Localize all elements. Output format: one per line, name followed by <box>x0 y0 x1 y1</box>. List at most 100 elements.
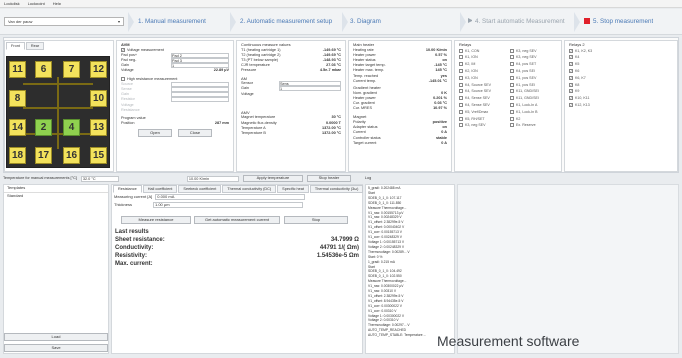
relay-item[interactable]: K1, Lock-In A <box>510 102 557 109</box>
checkbox-unchecked[interactable] <box>510 82 514 87</box>
checkbox-unchecked[interactable] <box>510 96 514 101</box>
pad-13[interactable]: 13 <box>90 119 107 136</box>
pad-15[interactable]: 15 <box>90 147 107 164</box>
current-input[interactable]: 0.000 mA <box>155 194 306 200</box>
checkbox-unchecked[interactable] <box>459 96 463 101</box>
relay-item[interactable]: K5, Vref/Dmax <box>459 109 506 116</box>
checkbox-unchecked[interactable] <box>510 69 514 74</box>
checkbox-unchecked[interactable] <box>459 82 463 87</box>
template-item[interactable]: Standard <box>4 193 108 200</box>
checkbox-unchecked[interactable] <box>121 76 125 81</box>
pad-11[interactable]: 11 <box>9 61 26 78</box>
relay-item[interactable]: K3, ION <box>459 75 506 82</box>
relay2-item[interactable]: ✓ K9 <box>569 88 673 95</box>
relay-item[interactable]: K4, Source SEV <box>459 82 506 89</box>
relay-item[interactable]: K2, IM <box>459 61 506 68</box>
relay2-item[interactable]: ✓ K8 <box>569 82 673 89</box>
am-gain-select[interactable]: 1 <box>279 86 341 92</box>
checkbox-unchecked[interactable] <box>459 116 463 121</box>
checkbox-unchecked[interactable] <box>510 48 514 53</box>
checkbox-unchecked[interactable] <box>459 109 463 114</box>
relay-item[interactable]: K1, ION <box>459 54 506 61</box>
mode-select[interactable]: Van der pauw ▾ <box>4 17 124 26</box>
checkbox-checked[interactable]: ✓ <box>569 75 573 80</box>
checkbox-checked[interactable]: ✓ <box>569 96 573 101</box>
relay2-item[interactable]: ✓ K6 <box>569 68 673 75</box>
pad-2[interactable]: 2 <box>35 119 52 136</box>
checkbox-unchecked[interactable] <box>459 62 463 67</box>
relay-item[interactable]: K1, Lock-In B <box>510 109 557 116</box>
temperature-input[interactable]: 32.0 °C <box>80 175 119 182</box>
checkbox-unchecked[interactable] <box>510 103 514 108</box>
heating-rate-input[interactable]: 10.00 K/min <box>186 175 239 182</box>
checkbox-checked[interactable]: ✓ <box>569 103 573 108</box>
relay-item[interactable]: K5, RH/SET <box>459 116 506 123</box>
relay2-item[interactable]: ✓ K5 <box>569 61 673 68</box>
stop-heater-button[interactable]: Stop heater <box>306 175 351 182</box>
checkbox-unchecked[interactable] <box>510 123 514 128</box>
menu-item[interactable]: Lockdisk <box>4 2 20 5</box>
checkbox-checked[interactable]: ✓ <box>121 47 125 52</box>
relay2-item[interactable]: ✓ K1, K2, K3 <box>569 48 673 55</box>
checkbox-unchecked[interactable] <box>510 109 514 114</box>
relay-item[interactable]: K3, neg SEV <box>459 122 506 129</box>
tab-rear[interactable]: Rear <box>25 42 45 51</box>
relay2-item[interactable]: ✓ K4 <box>569 54 673 61</box>
save-button[interactable]: Save <box>4 344 108 352</box>
step-manual-measurement[interactable]: 1. Manual measurement <box>138 18 206 25</box>
thickness-input[interactable]: 1.00 µm <box>153 202 303 208</box>
checkbox-unchecked[interactable] <box>510 55 514 60</box>
measure-resistance-button[interactable]: Measure resistance <box>121 216 191 224</box>
checkbox-checked[interactable]: ✓ <box>569 89 573 94</box>
checkbox-unchecked[interactable] <box>510 116 514 121</box>
tab-front[interactable]: Front <box>6 42 25 51</box>
pad-4[interactable]: 4 <box>63 119 80 136</box>
relay-item[interactable]: K3, neg SEV <box>510 48 557 55</box>
checkbox-unchecked[interactable] <box>459 123 463 128</box>
checkbox-checked[interactable]: ✓ <box>569 82 573 87</box>
checkbox-unchecked[interactable] <box>459 69 463 74</box>
checkbox-unchecked[interactable] <box>510 89 514 94</box>
apply-temperature-button[interactable]: Apply temperature <box>242 175 303 182</box>
pad-8[interactable]: 8 <box>9 90 26 107</box>
relay-item[interactable]: K1, CON <box>459 48 506 55</box>
relay-item[interactable]: K1, pos SEI <box>510 82 557 89</box>
menu-item[interactable]: Help <box>53 2 61 5</box>
step-diagram[interactable]: 3. Diagram <box>350 18 381 25</box>
pad-14[interactable]: 14 <box>9 119 26 136</box>
step-stop-measurement[interactable]: 5. Stop measurement <box>584 18 653 25</box>
checkbox-unchecked[interactable] <box>459 89 463 94</box>
pad-12[interactable]: 12 <box>90 61 107 78</box>
pad-6[interactable]: 6 <box>35 61 52 78</box>
relay2-item[interactable]: ✓ K10, K11 <box>569 95 673 102</box>
relay-item[interactable]: K11, GND/SEI <box>510 88 557 95</box>
open-button[interactable]: Open <box>138 129 172 138</box>
checkbox-unchecked[interactable] <box>510 75 514 80</box>
load-button[interactable]: Load <box>4 333 108 341</box>
relay-item[interactable]: K2 <box>510 116 557 123</box>
pad-7[interactable]: 7 <box>63 61 80 78</box>
checkbox-unchecked[interactable] <box>459 48 463 53</box>
step-start-automatic[interactable]: 4. Start automatic Measurement <box>468 18 565 25</box>
relay-item[interactable]: K4, pos SET <box>510 61 557 68</box>
checkbox-unchecked[interactable] <box>459 55 463 60</box>
relay-item[interactable]: K4, Sense SEV <box>459 102 506 109</box>
close-button[interactable]: Close <box>178 129 212 138</box>
pad-17[interactable]: 17 <box>35 147 52 164</box>
relay2-item[interactable]: ✓ K6, K7 <box>569 75 673 82</box>
checkbox-unchecked[interactable] <box>459 75 463 80</box>
pad-10[interactable]: 10 <box>90 90 107 107</box>
stop-measurement-button[interactable]: Stop <box>284 216 348 224</box>
checkbox-checked[interactable]: ✓ <box>569 55 573 60</box>
checkbox-unchecked[interactable] <box>510 62 514 67</box>
pad-18[interactable]: 18 <box>9 147 26 164</box>
checkbox-checked[interactable]: ✓ <box>569 48 573 53</box>
relay-item[interactable]: K1, pos SEV <box>510 75 557 82</box>
checkbox-checked[interactable]: ✓ <box>569 62 573 67</box>
relay-item[interactable]: K4, Sense SEV <box>459 95 506 102</box>
relay2-item[interactable]: ✓ K12, K13 <box>569 102 673 109</box>
step-automatic-setup[interactable]: 2. Automatic measurement setup <box>240 18 332 25</box>
relay-item[interactable]: K11, GND/SEI <box>510 95 557 102</box>
relay-item[interactable]: K3, neg SEV <box>510 54 557 61</box>
log-panel[interactable]: 5_gradi: 0.202488 mA Start SDEB_0_1_0: 107… <box>365 184 455 354</box>
